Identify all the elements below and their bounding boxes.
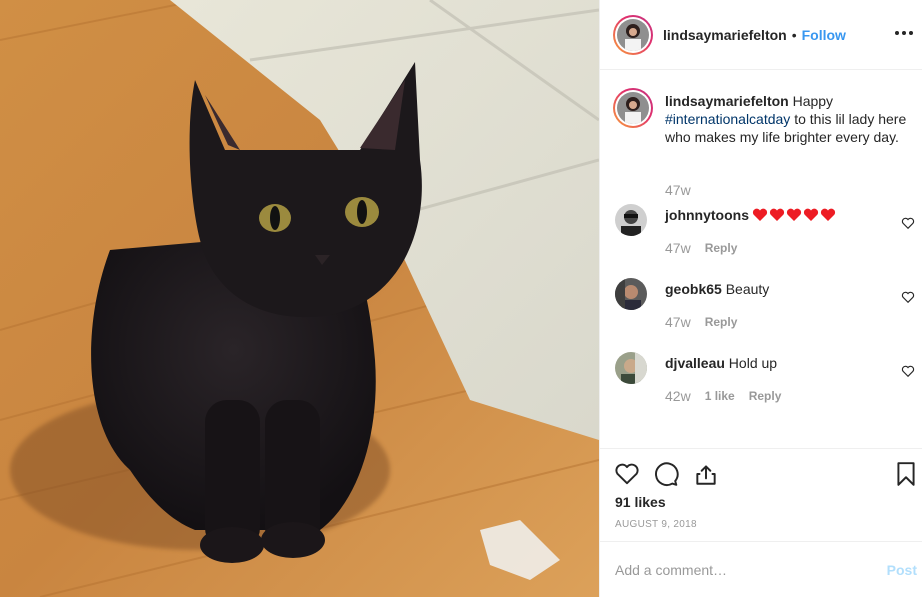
red-heart-emoji: [752, 208, 768, 221]
commenter-avatar[interactable]: [615, 352, 647, 384]
reply-button[interactable]: Reply: [705, 315, 738, 329]
commenter-avatar[interactable]: [615, 204, 647, 236]
post-comment-button[interactable]: Post: [887, 562, 917, 578]
more-options-icon[interactable]: [893, 22, 915, 44]
comment-item: djvalleau Hold up 42w 1 like Reply: [615, 352, 915, 412]
post-side-panel: lindsaymariefelton • Follow lindsaymarie…: [599, 0, 922, 597]
comment-text: geobk65 Beauty: [665, 280, 769, 298]
reply-button[interactable]: Reply: [705, 241, 738, 255]
comment-item: johnnytoons 47w Reply: [615, 204, 915, 264]
commenter-username[interactable]: djvalleau: [665, 355, 725, 371]
red-heart-emoji: [803, 208, 819, 221]
comment-item: geobk65 Beauty 47w Reply: [615, 278, 915, 338]
red-heart-emoji: [769, 208, 785, 221]
post-date[interactable]: AUGUST 9, 2018: [615, 519, 697, 530]
add-comment-input[interactable]: [615, 560, 865, 580]
post-actions-bar: [600, 448, 922, 496]
commenter-username[interactable]: geobk65: [665, 281, 722, 297]
post-header: lindsaymariefelton • Follow: [600, 0, 922, 70]
caption-timestamp[interactable]: 47w: [665, 182, 691, 198]
caption-avatar[interactable]: [613, 88, 653, 128]
red-heart-emoji: [786, 208, 802, 221]
comment-meta: 47w Reply: [665, 314, 751, 330]
caption-text: lindsaymariefelton Happy #internationalc…: [665, 92, 910, 146]
like-comment-heart-icon[interactable]: [901, 290, 915, 304]
comment-icon[interactable]: [653, 461, 679, 487]
bookmark-icon[interactable]: [893, 461, 919, 487]
caption-username[interactable]: lindsaymariefelton: [665, 93, 789, 109]
caption-hashtag[interactable]: #internationalcatday: [665, 111, 790, 127]
author-avatar-image: [617, 18, 649, 51]
share-icon[interactable]: [693, 461, 719, 487]
comments-list[interactable]: lindsaymariefelton Happy #internationalc…: [600, 71, 922, 448]
comment-hearts: [752, 208, 836, 222]
commenter-avatar[interactable]: [615, 278, 647, 310]
reply-button[interactable]: Reply: [749, 389, 782, 403]
comment-text: johnnytoons: [665, 206, 836, 224]
like-comment-heart-icon[interactable]: [901, 364, 915, 378]
comment-text: djvalleau Hold up: [665, 354, 777, 372]
comment-body: Beauty: [721, 281, 770, 297]
caption-avatar-image: [617, 92, 649, 124]
comment-likes-count[interactable]: 1 like: [705, 389, 735, 403]
author-avatar[interactable]: [613, 14, 653, 55]
red-heart-emoji: [820, 208, 836, 221]
commenter-username[interactable]: johnnytoons: [665, 207, 749, 223]
comment-timestamp[interactable]: 42w: [665, 388, 691, 404]
comment-body: Hold up: [724, 355, 778, 371]
instagram-post: lindsaymariefelton • Follow lindsaymarie…: [0, 0, 922, 597]
caption-text-before: Happy: [788, 93, 834, 109]
likes-count[interactable]: 91 likes: [615, 494, 666, 510]
comment-meta: 47w Reply: [665, 240, 751, 256]
author-username[interactable]: lindsaymariefelton: [663, 27, 787, 43]
post-photo[interactable]: [0, 0, 599, 597]
heart-icon[interactable]: [614, 461, 640, 487]
follow-button[interactable]: Follow: [802, 27, 846, 43]
add-comment-bar: Post: [600, 541, 922, 597]
comment-meta: 42w 1 like Reply: [665, 388, 795, 404]
separator-dot: •: [791, 26, 797, 43]
comment-timestamp[interactable]: 47w: [665, 314, 691, 330]
comment-timestamp[interactable]: 47w: [665, 240, 691, 256]
like-comment-heart-icon[interactable]: [901, 216, 915, 230]
